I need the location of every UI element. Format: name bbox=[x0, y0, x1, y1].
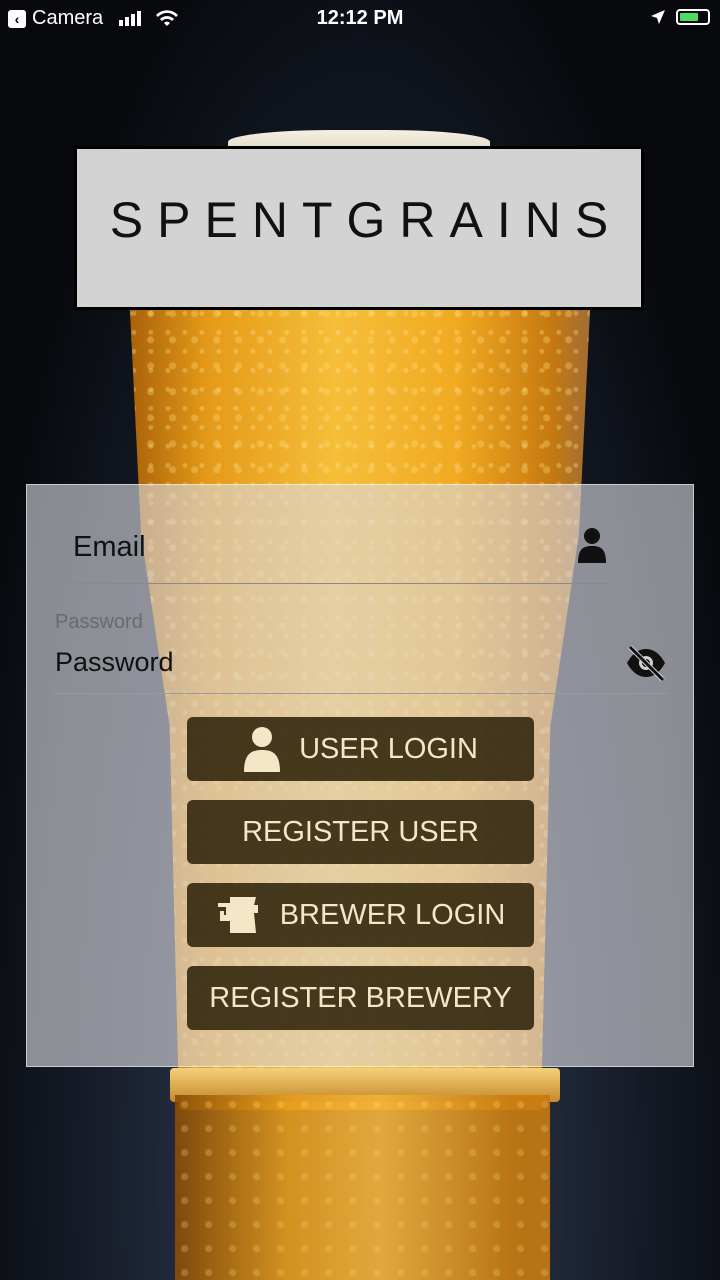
user-login-button[interactable]: USER LOGIN bbox=[187, 717, 534, 781]
status-right bbox=[650, 9, 710, 25]
password-field[interactable]: Password bbox=[55, 643, 667, 694]
register-user-label: REGISTER USER bbox=[242, 815, 479, 848]
location-icon bbox=[651, 10, 665, 24]
login-screen: ‹ Camera 12:12 PM SPENTGRAINS Email Pass… bbox=[0, 0, 720, 1280]
app-logo: SPENTGRAINS bbox=[74, 146, 644, 310]
eye-off-icon[interactable] bbox=[625, 643, 667, 683]
clock: 12:12 PM bbox=[316, 7, 404, 29]
login-panel: Email Password Password USER LOGIN REGIS… bbox=[26, 484, 694, 1067]
email-placeholder: Email bbox=[73, 531, 146, 563]
register-brewery-label: REGISTER BREWERY bbox=[209, 981, 512, 1014]
password-placeholder: Password bbox=[55, 647, 174, 677]
status-bar: ‹ Camera 12:12 PM bbox=[0, 0, 720, 36]
register-user-button[interactable]: REGISTER USER bbox=[187, 800, 534, 864]
beer-reflection bbox=[175, 1095, 550, 1280]
email-field[interactable]: Email bbox=[55, 521, 607, 584]
register-brewery-button[interactable]: REGISTER BREWERY bbox=[187, 966, 534, 1030]
battery-icon bbox=[676, 9, 710, 25]
logo-text: SPENTGRAINS bbox=[109, 192, 623, 248]
beer-mug-icon bbox=[217, 897, 258, 933]
user-icon bbox=[244, 727, 281, 772]
brewer-login-label: BREWER LOGIN bbox=[279, 898, 506, 931]
user-login-label: USER LOGIN bbox=[299, 732, 478, 765]
user-icon bbox=[578, 528, 606, 563]
password-float-label: Password bbox=[55, 611, 143, 633]
brewer-login-button[interactable]: BREWER LOGIN bbox=[187, 883, 534, 947]
